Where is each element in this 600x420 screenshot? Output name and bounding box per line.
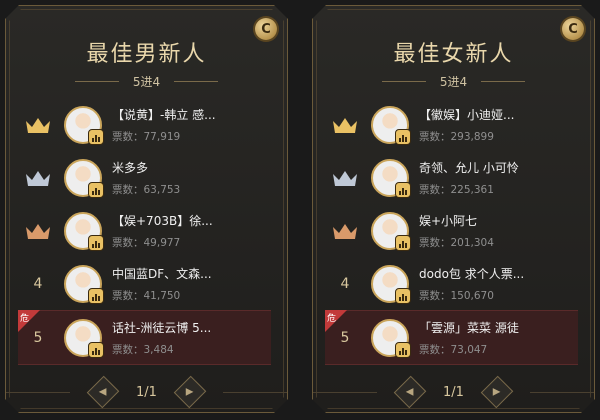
bronze-crown-icon — [332, 222, 358, 240]
danger-label: 危 — [327, 314, 337, 324]
subtitle-row: 5进4 — [313, 73, 594, 90]
list-item[interactable]: 【说黄】-韩立 感... 票数：77,919 — [18, 98, 271, 151]
list-item[interactable]: 【徽娱】小迪娅... 票数：293,899 — [325, 98, 578, 151]
avatar[interactable] — [371, 319, 409, 357]
silver-crown-icon — [25, 169, 51, 187]
chevron-right-icon: ▶ — [493, 386, 501, 398]
chart-badge-icon — [88, 129, 104, 145]
vote-count: 票数：225,361 — [419, 183, 494, 196]
chart-badge-icon — [395, 235, 411, 251]
chart-badge-icon — [88, 235, 104, 251]
list-item[interactable]: 奇领、允儿 小可怜票数：225,361 — [325, 151, 578, 204]
gold-crown-icon — [25, 116, 51, 134]
divider — [530, 392, 594, 393]
page-indicator: 1/1 — [443, 384, 464, 400]
avatar[interactable] — [64, 265, 102, 303]
vote-count: 票数：63,753 — [112, 183, 181, 196]
chevron-right-icon: ▶ — [186, 386, 194, 398]
chart-badge-icon — [88, 182, 104, 198]
nominee-name[interactable]: 【说黄】-韩立 感... — [112, 106, 262, 123]
chart-badge-icon — [395, 342, 411, 358]
silver-crown-icon — [332, 169, 358, 187]
next-page-button[interactable]: ▶ — [174, 376, 207, 409]
stage-label: 5进4 — [439, 75, 468, 89]
subtitle-row: 5进4 — [6, 73, 287, 90]
chevron-left-icon: ◀ — [99, 386, 107, 398]
avatar[interactable] — [371, 159, 409, 197]
danger-label: 危 — [20, 314, 30, 324]
rank-number: 4 — [33, 275, 43, 292]
avatar[interactable] — [64, 106, 102, 144]
chart-badge-icon — [395, 129, 411, 145]
divider — [174, 81, 218, 82]
prev-page-button[interactable]: ◀ — [394, 376, 427, 409]
list-item[interactable]: 米多多票数：63,753 — [18, 151, 271, 204]
avatar[interactable] — [371, 265, 409, 303]
nominee-name[interactable]: 【徽娱】小迪娅... — [419, 106, 569, 123]
gold-crown-icon — [332, 116, 358, 134]
list-item[interactable]: 4 dodo包 求个人票... 票数：150,670 — [325, 257, 578, 310]
divider — [313, 392, 377, 393]
stage-label: 5进4 — [132, 75, 161, 89]
list-item-danger[interactable]: 危 5 话社-洲徒云博 5... 票数：3,484 — [18, 310, 271, 365]
nominee-name[interactable]: dodo包 求个人票... — [419, 265, 569, 282]
divider — [382, 81, 426, 82]
nominee-name[interactable]: 【娱+703B】徐... — [112, 212, 262, 229]
nominee-name[interactable]: 中国蓝DF、文森... — [112, 265, 262, 282]
chart-badge-icon — [88, 342, 104, 358]
list-item[interactable]: 娱+小阿七票数：201,304 — [325, 204, 578, 257]
ranking-list: 【徽娱】小迪娅... 票数：293,899 奇领、允儿 小可怜票数：225,361… — [325, 98, 578, 365]
panel-best-female-newcomer: C 最佳女新人 5进4 【徽娱】小迪娅... 票数：293,899 奇领、允儿 小… — [312, 5, 595, 413]
avatar[interactable] — [64, 159, 102, 197]
vote-count: 票数：150,670 — [419, 289, 494, 302]
vote-count: 票数：3,484 — [112, 343, 174, 356]
rank-number: 4 — [340, 275, 350, 292]
avatar[interactable] — [371, 106, 409, 144]
list-item-danger[interactable]: 危 5 「雲源」菜菜 源徒 票数：73,047 — [325, 310, 578, 365]
nominee-name[interactable]: 「雲源」菜菜 源徒 — [419, 319, 569, 336]
list-item[interactable]: 【娱+703B】徐... 票数：49,977 — [18, 204, 271, 257]
vote-count: 票数：49,977 — [112, 236, 181, 249]
divider — [75, 81, 119, 82]
prev-page-button[interactable]: ◀ — [87, 376, 120, 409]
panel-best-male-newcomer: C 最佳男新人 5进4 【说黄】-韩立 感... 票数：77,919 米多多 票数：… — [5, 5, 288, 413]
divider — [223, 392, 287, 393]
nominee-name[interactable]: 奇领、允儿 小可怜 — [419, 159, 569, 176]
ranking-list: 【说黄】-韩立 感... 票数：77,919 米多多票数：63,753 【娱+70… — [18, 98, 271, 365]
nominee-name[interactable]: 娱+小阿七 — [419, 212, 569, 229]
chevron-left-icon: ◀ — [406, 386, 414, 398]
avatar[interactable] — [64, 212, 102, 250]
next-page-button[interactable]: ▶ — [481, 376, 514, 409]
panel-title: 最佳男新人 — [86, 42, 207, 67]
nominee-name[interactable]: 话社-洲徒云博 5... — [112, 319, 262, 336]
pagination: ◀ 1/1 ▶ — [313, 380, 594, 404]
avatar[interactable] — [64, 319, 102, 357]
vote-count: 票数：201,304 — [419, 236, 494, 249]
vote-count: 票数：73,047 — [419, 343, 488, 356]
chart-badge-icon — [88, 288, 104, 304]
divider — [6, 392, 70, 393]
panel-title: 最佳女新人 — [393, 42, 514, 67]
list-item[interactable]: 4 中国蓝DF、文森... 票数：41,750 — [18, 257, 271, 310]
pagination: ◀ 1/1 ▶ — [6, 380, 287, 404]
page-indicator: 1/1 — [136, 384, 157, 400]
chart-badge-icon — [395, 288, 411, 304]
bronze-crown-icon — [25, 222, 51, 240]
avatar[interactable] — [371, 212, 409, 250]
vote-count: 票数：293,899 — [419, 130, 494, 143]
vote-count: 票数：41,750 — [112, 289, 181, 302]
vote-count: 票数：77,919 — [112, 130, 181, 143]
chart-badge-icon — [395, 182, 411, 198]
divider — [481, 81, 525, 82]
nominee-name[interactable]: 米多多 — [112, 159, 262, 176]
